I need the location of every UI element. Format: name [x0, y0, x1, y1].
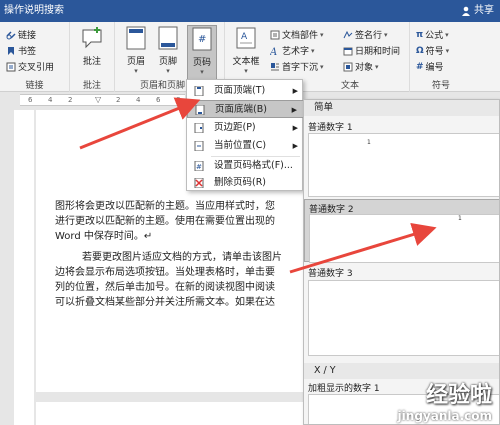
- document-line: 边将会显示布局选项按钮。当处理表格时，单击要: [55, 267, 275, 278]
- menu-item-top-of-page[interactable]: 页面顶端(T) ▶: [187, 82, 304, 100]
- gallery-item-label: 加粗显示的数字 1: [308, 384, 380, 394]
- wordart-button[interactable]: A 艺术字 ▾: [270, 44, 315, 58]
- gallery-section-simple: 简单: [304, 100, 499, 116]
- number-button[interactable]: # 编号: [416, 60, 444, 74]
- bookmark-icon: [8, 46, 14, 55]
- watermark: 经验啦 jingyanla.com: [397, 383, 492, 423]
- link-button[interactable]: 链接: [6, 28, 36, 41]
- document-line: 可以折叠文档某些部分并关注所需文本。如果在达: [55, 297, 275, 308]
- format-icon: #: [194, 161, 204, 171]
- remove-icon: [194, 178, 204, 188]
- textbox-icon: A: [236, 27, 256, 49]
- object-icon: [343, 62, 353, 71]
- share-label: 共享: [474, 5, 494, 16]
- menu-item-remove-page-numbers[interactable]: 删除页码(R): [187, 174, 304, 192]
- menu-item-bottom-of-page[interactable]: 页面底端(B) ▶: [187, 100, 304, 118]
- cross-reference-button[interactable]: 交叉引用: [6, 60, 54, 73]
- pi-icon: π: [416, 29, 424, 40]
- cross-reference-icon: [6, 62, 16, 71]
- document-line: Word 中保存时间。↵: [55, 231, 153, 242]
- gallery-item-label: 普通数字 3: [308, 269, 353, 279]
- signature-icon: [343, 30, 353, 38]
- chevron-down-icon: ▾: [166, 67, 170, 75]
- title-bar: 操作说明搜索 共享: [0, 0, 500, 22]
- footer-button[interactable]: 页脚 ▾: [153, 25, 183, 75]
- hash-icon: #: [416, 61, 424, 72]
- link-icon: [6, 30, 16, 39]
- chevron-down-icon: ▾: [200, 68, 204, 76]
- page-top-icon: [194, 86, 204, 96]
- gallery-thumb-2: 1: [309, 214, 499, 263]
- document-page-left: [14, 110, 34, 425]
- footer-icon: [158, 26, 178, 50]
- chevron-right-icon: ▶: [292, 124, 298, 132]
- gallery-item-label: 普通数字 1: [308, 123, 353, 133]
- quick-parts-button[interactable]: 文档部件 ▾: [270, 28, 324, 41]
- equation-button[interactable]: π 公式 ▾: [416, 28, 449, 42]
- chevron-right-icon: ▶: [292, 142, 298, 150]
- drop-cap-icon: [271, 62, 279, 70]
- comment-button[interactable]: 批注: [77, 25, 107, 67]
- quick-parts-icon: [270, 30, 280, 39]
- drop-cap-button[interactable]: 首字下沉 ▾: [270, 60, 324, 73]
- symbol-button[interactable]: Ω 符号 ▾: [416, 44, 449, 58]
- search-label[interactable]: 操作说明搜索: [4, 5, 64, 16]
- page-number-button[interactable]: # 页码 ▾: [187, 25, 217, 80]
- current-position-icon: [194, 141, 204, 151]
- page-margin-icon: [194, 123, 204, 133]
- header-icon: [126, 26, 146, 50]
- comments-group: 批注 批注: [70, 22, 115, 92]
- menu-item-format-page-numbers[interactable]: # 设置页码格式(F)...: [187, 157, 304, 175]
- symbols-group-label: 符号: [431, 81, 450, 91]
- document-line: 列的位置，然后单击加号。在新的阅读视图中阅读: [55, 282, 275, 293]
- menu-item-current-position[interactable]: 当前位置(C) ▶: [187, 137, 304, 155]
- search-box[interactable]: 操作说明搜索: [0, 0, 245, 22]
- page-bottom-icon: [195, 105, 205, 115]
- chevron-down-icon: ▾: [134, 67, 138, 75]
- gallery-item-plain-number-3[interactable]: [308, 280, 499, 356]
- links-group-label: 链接: [25, 81, 44, 91]
- object-button[interactable]: 对象 ▾: [343, 60, 379, 73]
- omega-icon: Ω: [416, 45, 424, 56]
- svg-text:A: A: [270, 47, 277, 56]
- comment-label: 批注: [82, 57, 101, 67]
- page-number-icon: #: [192, 27, 212, 51]
- comments-group-label: 批注: [82, 81, 101, 91]
- textbox-button[interactable]: A 文本框 ▾: [231, 25, 261, 75]
- links-group: 链接 书签 交叉引用 链接: [0, 22, 70, 92]
- document-line: 进行更改以匹配新的主题。使用在需要位置出现的: [55, 216, 275, 227]
- date-time-button[interactable]: 日期和时间: [343, 44, 400, 57]
- horizontal-ruler[interactable]: 6 4 2 2 4 6 8 ▽: [20, 94, 185, 106]
- calendar-icon: [343, 47, 353, 55]
- gallery-item-plain-number-1[interactable]: 1: [308, 133, 499, 197]
- indent-marker-icon[interactable]: ▽: [95, 95, 101, 104]
- menu-item-page-margins[interactable]: 页边距(P) ▶: [187, 119, 304, 137]
- share-button[interactable]: 共享: [461, 0, 494, 22]
- comment-icon: [82, 27, 102, 49]
- wordart-icon: A: [270, 47, 277, 56]
- page-number-menu: 页面顶端(T) ▶ 页面底端(B) ▶ 页边距(P) ▶ 当前位置(C) ▶ # 设置页…: [186, 79, 304, 192]
- svg-text:#: #: [196, 163, 202, 171]
- document-line: 图形将会更改以匹配新的主题。当应用样式时，您: [55, 201, 275, 212]
- svg-text:A: A: [241, 32, 248, 42]
- chevron-right-icon: ▶: [292, 87, 298, 95]
- gallery-item-plain-number-2[interactable]: 普通数字 2 1: [304, 199, 499, 263]
- document-page-next[interactable]: [36, 392, 306, 425]
- bookmark-button[interactable]: 书签: [6, 44, 36, 57]
- svg-text:#: #: [198, 34, 206, 45]
- header-button[interactable]: 页眉 ▾: [121, 25, 151, 75]
- signature-line-button[interactable]: 签名行 ▾: [343, 28, 388, 41]
- chevron-right-icon: ▶: [291, 106, 297, 114]
- person-icon: [462, 6, 470, 16]
- symbols-group: π 公式 ▾ Ω 符号 ▾ # 编号 符号: [410, 22, 472, 92]
- chevron-down-icon: ▾: [244, 67, 248, 75]
